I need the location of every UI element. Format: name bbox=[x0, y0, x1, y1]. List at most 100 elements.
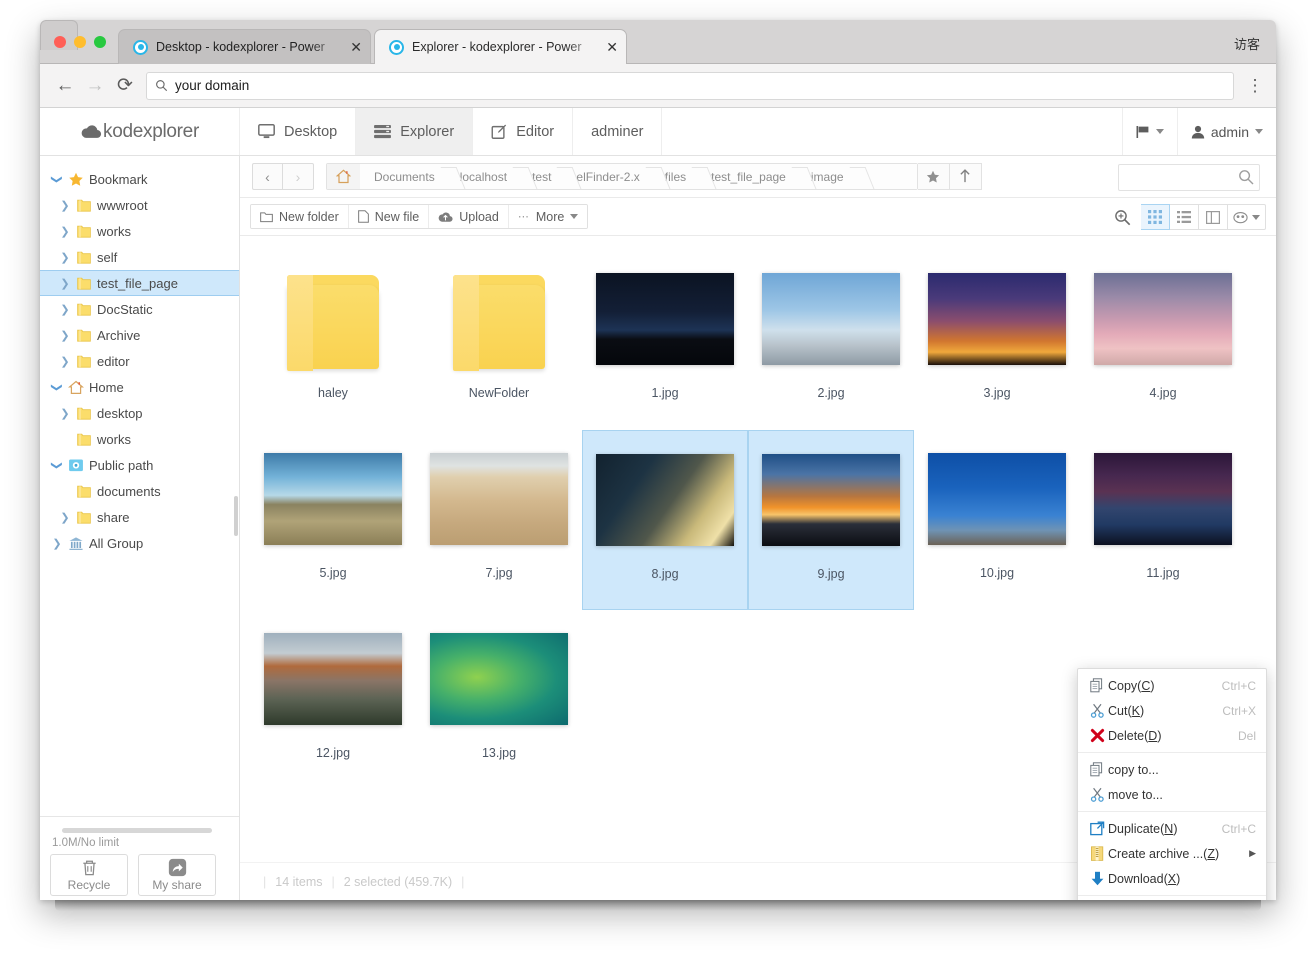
file-item[interactable]: 7.jpg bbox=[416, 430, 582, 610]
folder-item[interactable]: haley bbox=[250, 250, 416, 430]
split-view-button[interactable] bbox=[1199, 204, 1228, 230]
context-menu[interactable]: Copy(C)Ctrl+CCut(K)Ctrl+XDelete(D)Del cop… bbox=[1077, 668, 1267, 900]
file-item[interactable]: 11.jpg bbox=[1080, 430, 1246, 610]
context-menu-item-copy-c[interactable]: Copy(C)Ctrl+C bbox=[1078, 673, 1266, 698]
sidebar-item-desktop[interactable]: ❯desktop bbox=[40, 400, 239, 426]
file-item[interactable]: 2.jpg bbox=[748, 250, 914, 430]
history-forward-button[interactable]: › bbox=[283, 163, 314, 190]
window-close-button[interactable] bbox=[54, 36, 66, 48]
browser-back-button[interactable]: ← bbox=[50, 71, 80, 101]
file-item[interactable]: 3.jpg bbox=[914, 250, 1080, 430]
grid-view-button[interactable] bbox=[1141, 204, 1170, 230]
context-menu-item-duplicate-n[interactable]: Duplicate(N)Ctrl+C bbox=[1078, 816, 1266, 841]
file-item[interactable]: 13.jpg bbox=[416, 610, 582, 790]
app-tab-explorer[interactable]: Explorer bbox=[356, 108, 473, 155]
file-item[interactable]: 8.jpg bbox=[582, 430, 748, 610]
more-button[interactable]: ⋯ More bbox=[509, 205, 587, 228]
file-item[interactable]: 1.jpg bbox=[582, 250, 748, 430]
browser-forward-button[interactable]: → bbox=[80, 71, 110, 101]
context-menu-item-download-x[interactable]: Download(X) bbox=[1078, 866, 1266, 891]
breadcrumb-item[interactable]: elFinder-2.x bbox=[562, 164, 650, 189]
breadcrumb-home[interactable] bbox=[327, 164, 360, 189]
bookmark-button[interactable] bbox=[918, 163, 950, 190]
folder-icon bbox=[74, 406, 94, 420]
sidebar-item-home[interactable]: ❯Home bbox=[40, 374, 239, 400]
chevron-right-icon[interactable]: ❯ bbox=[56, 225, 74, 238]
browser-reload-button[interactable]: ⟳ bbox=[110, 71, 140, 101]
sidebar-item-archive[interactable]: ❯Archive bbox=[40, 322, 239, 348]
breadcrumb-item[interactable]: files bbox=[651, 164, 697, 189]
folder-tree[interactable]: ❯Bookmark❯wwwroot❯works❯self❯test_file_p… bbox=[40, 156, 239, 788]
chevron-right-icon[interactable]: ❯ bbox=[56, 511, 74, 524]
browser-tab-desktop[interactable]: Desktop - kodexplorer - Power ✕ bbox=[118, 29, 371, 64]
search-icon[interactable] bbox=[1238, 169, 1254, 189]
chevron-down-icon[interactable]: ❯ bbox=[51, 378, 64, 396]
sidebar-item-works[interactable]: works bbox=[40, 426, 239, 452]
chevron-down-icon[interactable]: ❯ bbox=[51, 170, 64, 188]
chevron-right-icon[interactable]: ❯ bbox=[56, 355, 74, 368]
new-file-button[interactable]: New file bbox=[349, 205, 429, 228]
sidebar-item-works[interactable]: ❯works bbox=[40, 218, 239, 244]
browser-menu-button[interactable]: ⋮ bbox=[1244, 76, 1266, 96]
tab-close-icon[interactable]: ✕ bbox=[350, 40, 362, 54]
file-item[interactable]: 5.jpg bbox=[250, 430, 416, 610]
sidebar-item-wwwroot[interactable]: ❯wwwroot bbox=[40, 192, 239, 218]
sidebar-item-self[interactable]: ❯self bbox=[40, 244, 239, 270]
breadcrumb-item[interactable]: test bbox=[518, 164, 562, 189]
file-item[interactable]: 12.jpg bbox=[250, 610, 416, 790]
sidebar-item-documents[interactable]: documents bbox=[40, 478, 239, 504]
app-tab-editor[interactable]: Editor bbox=[473, 108, 573, 155]
user-menu[interactable]: admin bbox=[1177, 108, 1276, 155]
chevron-right-icon[interactable]: ❯ bbox=[56, 251, 74, 264]
breadcrumb-item[interactable]: Documents bbox=[360, 164, 446, 189]
window-maximize-button[interactable] bbox=[94, 36, 106, 48]
breadcrumb-item[interactable]: image bbox=[797, 164, 855, 189]
file-item[interactable]: 9.jpg bbox=[748, 430, 914, 610]
sidebar-item-public-path[interactable]: ❯Public path bbox=[40, 452, 239, 478]
context-menu-item-delete-d[interactable]: Delete(D)Del bbox=[1078, 723, 1266, 748]
user-icon bbox=[1191, 125, 1205, 139]
context-menu-item-copy-to[interactable]: copy to... bbox=[1078, 757, 1266, 782]
my-share-button[interactable]: My share bbox=[138, 854, 216, 896]
chevron-right-icon[interactable]: ❯ bbox=[48, 537, 66, 550]
window-minimize-button[interactable] bbox=[74, 36, 86, 48]
chevron-down-icon[interactable]: ❯ bbox=[51, 456, 64, 474]
chevron-right-icon[interactable]: ❯ bbox=[56, 277, 74, 290]
breadcrumb-item[interactable]: localhost bbox=[446, 164, 518, 189]
context-menu-item-create-archive-z[interactable]: Create archive ...(Z)▶ bbox=[1078, 841, 1266, 866]
file-item[interactable]: 4.jpg bbox=[1080, 250, 1246, 430]
language-menu[interactable] bbox=[1122, 108, 1177, 155]
file-item[interactable]: 10.jpg bbox=[914, 430, 1080, 610]
list-view-button[interactable] bbox=[1170, 204, 1199, 230]
omnibox[interactable]: your domain bbox=[146, 72, 1234, 100]
thumbnail bbox=[416, 618, 582, 740]
chevron-right-icon[interactable]: ❯ bbox=[56, 329, 74, 342]
chevron-right-icon[interactable]: ❯ bbox=[56, 407, 74, 420]
app-tab-adminer[interactable]: adminer bbox=[573, 108, 662, 155]
sidebar-item-editor[interactable]: ❯editor bbox=[40, 348, 239, 374]
upload-button[interactable]: Upload bbox=[429, 205, 509, 228]
theme-button[interactable] bbox=[1228, 204, 1266, 230]
new-folder-button[interactable]: New folder bbox=[251, 205, 349, 228]
purple-night-mountains-thumbnail bbox=[1094, 453, 1232, 545]
chevron-right-icon[interactable]: ❯ bbox=[56, 199, 74, 212]
go-up-button[interactable] bbox=[950, 163, 982, 190]
sidebar-item-bookmark[interactable]: ❯Bookmark bbox=[40, 166, 239, 192]
context-menu-item-move-to[interactable]: move to... bbox=[1078, 782, 1266, 807]
chevron-right-icon[interactable]: ❯ bbox=[56, 303, 74, 316]
sidebar-scrollbar[interactable] bbox=[234, 496, 238, 536]
sidebar-item-docstatic[interactable]: ❯DocStatic bbox=[40, 296, 239, 322]
sidebar-item-all-group[interactable]: ❯All Group bbox=[40, 530, 239, 556]
sidebar-item-share[interactable]: ❯share bbox=[40, 504, 239, 530]
folder-item[interactable]: NewFolder bbox=[416, 250, 582, 430]
zoom-in-icon[interactable] bbox=[1109, 204, 1135, 230]
context-menu-item-cut-k[interactable]: Cut(K)Ctrl+X bbox=[1078, 698, 1266, 723]
history-back-button[interactable]: ‹ bbox=[252, 163, 283, 190]
sidebar-item-test-file-page[interactable]: ❯test_file_page bbox=[40, 270, 239, 296]
browser-tab-explorer[interactable]: Explorer - kodexplorer - Power ✕ bbox=[374, 29, 627, 64]
tab-close-icon[interactable]: ✕ bbox=[606, 40, 618, 54]
app-tab-desktop[interactable]: Desktop bbox=[240, 108, 356, 155]
recycle-button[interactable]: Recycle bbox=[50, 854, 128, 896]
breadcrumb-item[interactable]: test_file_page bbox=[697, 164, 797, 189]
app-logo[interactable]: kodexplorer bbox=[40, 108, 240, 155]
